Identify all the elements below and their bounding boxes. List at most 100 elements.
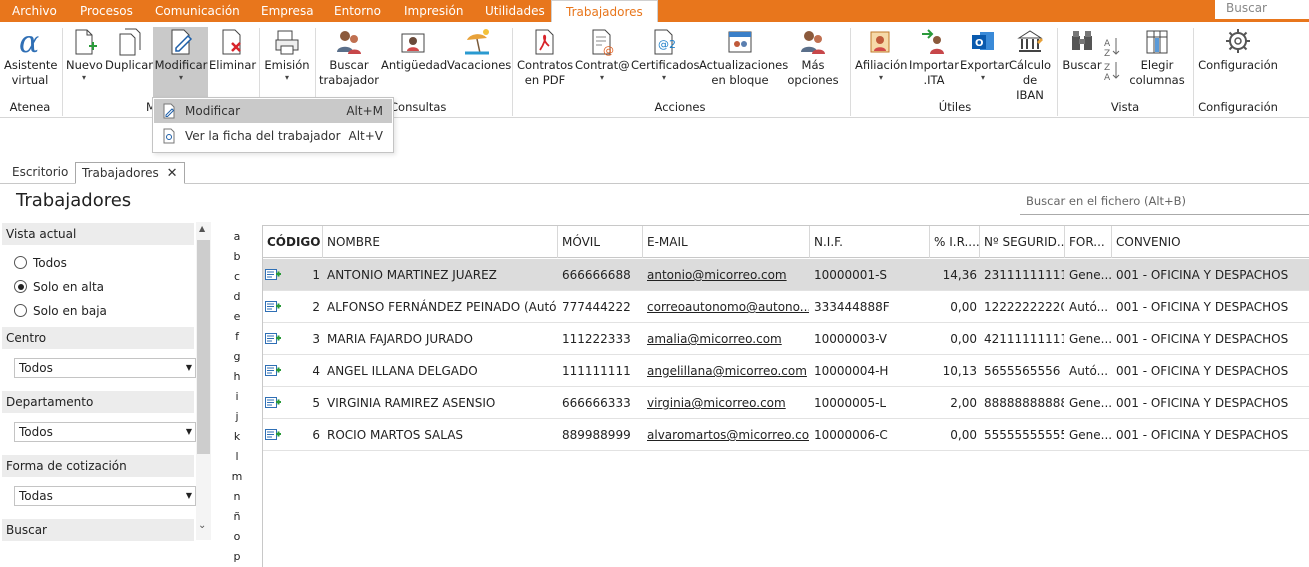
sidebar-scrollbar[interactable]: ▲ ⌄	[196, 222, 211, 540]
col-codigo[interactable]: CÓDIGO	[263, 226, 323, 258]
import-people-icon	[922, 29, 944, 54]
col-convenio[interactable]: CONVENIO	[1112, 226, 1309, 258]
buscar-trabajador-button[interactable]: Buscar trabajador	[319, 26, 379, 88]
global-search-input[interactable]: Buscar	[1215, 0, 1309, 19]
nuevo-label: Nuevo	[66, 58, 103, 72]
close-icon[interactable]: ✕	[167, 166, 178, 181]
menu-impresion[interactable]: Impresión	[404, 0, 463, 22]
centro-select[interactable]: Todos ▼	[14, 358, 196, 378]
col-seguridad-social[interactable]: Nº SEGURID...	[980, 226, 1065, 258]
col-forma[interactable]: FOR...	[1065, 226, 1112, 258]
file-search-input[interactable]: Buscar en el fichero (Alt+B)	[1020, 190, 1309, 215]
cell-seguridad-social: 5655565556	[984, 364, 1061, 378]
col-movil[interactable]: MÓVIL	[558, 226, 643, 258]
modificar-button[interactable]: Modificar ▾	[154, 26, 208, 82]
certificados-button[interactable]: @2 Certificados ▾	[631, 26, 699, 82]
alphabet-letter[interactable]: e	[229, 310, 245, 323]
exportar-button[interactable]: O Exportar ▾	[960, 26, 1009, 82]
cell-email[interactable]: angelillana@micorreo.com	[647, 355, 809, 387]
sort-az-icon: AZZA	[1104, 38, 1120, 83]
cell-forma: Gene...	[1069, 332, 1111, 346]
radio-todos[interactable]: Todos	[14, 255, 67, 271]
cell-email[interactable]: amalia@micorreo.com	[647, 323, 809, 355]
emision-button[interactable]: Emisión ▾	[264, 26, 310, 82]
chevron-up-icon[interactable]: ▲	[199, 224, 205, 233]
importar-ita-button[interactable]: Importar .ITA	[909, 26, 959, 88]
cell-email[interactable]: correoautonomo@autono...	[647, 291, 809, 323]
table-row[interactable]: 2 ALFONSO FERNÁNDEZ PEINADO (Autón... 7774…	[263, 291, 1309, 323]
table-row[interactable]: 4 ANGEL ILLANA DELGADO 111111111 angelillan…	[263, 355, 1309, 387]
cell-email[interactable]: virginia@micorreo.com	[647, 387, 809, 419]
radio-circle	[14, 280, 27, 293]
alphabet-letter[interactable]: n	[229, 490, 245, 503]
radio-solo-alta[interactable]: Solo en alta	[14, 279, 104, 295]
table-row[interactable]: 1 ANTONIO MARTINEZ JUAREZ 666666688 antonio…	[263, 259, 1309, 291]
menu-item-ver-ficha[interactable]: Ver la ficha del trabajador Alt+V	[154, 124, 392, 148]
cell-email[interactable]: antonio@micorreo.com	[647, 259, 809, 291]
buscar-button[interactable]: Buscar	[1062, 26, 1102, 73]
alphabet-letter[interactable]: m	[229, 470, 245, 483]
table-row[interactable]: 5 VIRGINIA RAMIREZ ASENSIO 666666333 virgin…	[263, 387, 1309, 419]
cell-forma: Gene...	[1069, 428, 1111, 442]
alphabet-letter[interactable]: j	[229, 410, 245, 423]
alphabet-letter[interactable]: g	[229, 350, 245, 363]
tab-escritorio[interactable]: Escritorio	[12, 162, 68, 184]
antiguedad-button[interactable]: Antigüedad	[381, 26, 447, 73]
alphabet-letter[interactable]: o	[229, 530, 245, 543]
menu-utilidades[interactable]: Utilidades	[485, 0, 545, 22]
menu-item-shortcut: Alt+V	[348, 129, 383, 143]
tab-trabajadores[interactable]: Trabajadores ✕	[75, 162, 185, 184]
configuracion-button[interactable]: Configuración	[1198, 26, 1278, 73]
table-row[interactable]: 6 ROCIO MARTOS SALAS 889988999 alvaromartos…	[263, 419, 1309, 451]
alphabet-letter[interactable]: p	[229, 550, 245, 563]
departamento-select[interactable]: Todos ▼	[14, 422, 196, 442]
alphabet-letter[interactable]: f	[229, 330, 245, 343]
col-irpf[interactable]: % I.R....	[930, 226, 980, 258]
table-row[interactable]: 3 MARIA FAJARDO JURADO 111222333 amalia@mic…	[263, 323, 1309, 355]
menu-comunicacion[interactable]: Comunicación	[155, 0, 240, 22]
asistente-virtual-button[interactable]: α Asistente virtual	[4, 26, 58, 88]
alphabet-letter[interactable]: h	[229, 370, 245, 383]
svg-text:@: @	[603, 44, 614, 57]
actualizaciones-button[interactable]: Actualizaciones en bloque	[699, 26, 788, 88]
col-nombre[interactable]: NOMBRE	[323, 226, 558, 258]
calculo-iban-button[interactable]: Cálculo de IBAN	[1008, 26, 1052, 103]
elegir-columnas-button[interactable]: Elegir columnas	[1127, 26, 1187, 88]
radio-solo-baja[interactable]: Solo en baja	[14, 303, 107, 319]
scrollbar-thumb[interactable]	[197, 240, 210, 454]
alphabet-letter[interactable]: a	[229, 230, 245, 243]
menu-item-label: Modificar	[185, 104, 241, 118]
alpha-icon: α	[19, 26, 39, 58]
alphabet-letter[interactable]: k	[229, 430, 245, 443]
cell-forma: Gene...	[1069, 268, 1111, 282]
menu-entorno[interactable]: Entorno	[334, 0, 381, 22]
mas-opciones-button[interactable]: Más opciones	[784, 26, 842, 88]
alphabet-letter[interactable]: i	[229, 390, 245, 403]
menu-procesos[interactable]: Procesos	[80, 0, 133, 22]
alphabet-letter[interactable]: l	[229, 450, 245, 463]
col-nif[interactable]: N.I.F.	[810, 226, 930, 258]
menu-archivo[interactable]: Archivo	[12, 0, 57, 22]
col-email[interactable]: E-MAIL	[643, 226, 810, 258]
chevron-down-icon[interactable]: ⌄	[198, 520, 206, 531]
eliminar-button[interactable]: Eliminar	[209, 26, 256, 73]
vacaciones-button[interactable]: Vacaciones	[447, 26, 511, 73]
duplicar-button[interactable]: Duplicar	[105, 26, 153, 73]
alphabet-letter[interactable]: c	[229, 270, 245, 283]
alphabet-letter[interactable]: d	[229, 290, 245, 303]
contratos-pdf-button[interactable]: Contratos en PDF	[517, 26, 573, 88]
menu-trabajadores[interactable]: Trabajadores	[551, 0, 658, 22]
afiliacion-button[interactable]: Afiliación ▾	[855, 26, 907, 82]
alphabet-letter[interactable]: ñ	[229, 510, 245, 523]
nuevo-button[interactable]: Nuevo ▾	[66, 26, 103, 82]
cell-nif: 10000006-C	[814, 428, 888, 442]
people-icon	[801, 31, 825, 54]
cell-irpf: 0,00	[950, 332, 977, 346]
contrata-button[interactable]: @ Contrat@ ▾	[575, 26, 630, 82]
menu-item-modificar[interactable]: Modificar Alt+M	[154, 99, 392, 123]
cell-email[interactable]: alvaromartos@micorreo.com	[647, 419, 809, 451]
alphabet-letter[interactable]: b	[229, 250, 245, 263]
forma-cotizacion-select[interactable]: Todas ▼	[14, 486, 196, 506]
menu-empresa[interactable]: Empresa	[261, 0, 314, 22]
sort-az-button[interactable]: AZZA	[1102, 34, 1122, 84]
